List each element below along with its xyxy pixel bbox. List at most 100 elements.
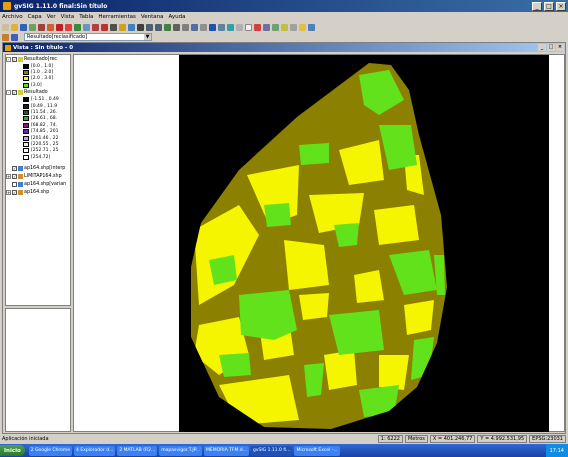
view-maximize-button[interactable]: □ [547, 44, 555, 51]
layout-icon[interactable] [83, 23, 90, 31]
zoom-out-icon[interactable] [155, 23, 162, 31]
layer-visibility-checkbox[interactable]: ✓ [12, 56, 17, 62]
clear-selection-icon[interactable] [254, 23, 261, 31]
toc-layer[interactable]: + ✓ ap164.shp [6, 188, 70, 196]
view-minimize-button[interactable]: _ [538, 44, 546, 51]
locator-map[interactable] [5, 308, 71, 432]
vector-layer-icon [18, 165, 23, 171]
zoom-select-icon[interactable] [191, 23, 198, 31]
zoom-previous-icon[interactable] [182, 23, 189, 31]
taskbar-button[interactable]: 2 Google Chrome [28, 445, 73, 456]
export-icon[interactable] [308, 23, 315, 31]
view-close-button[interactable]: × [556, 44, 564, 51]
layer-visibility-checkbox[interactable]: ✓ [12, 90, 17, 96]
start-button[interactable]: Inicio [0, 445, 25, 456]
toc-layer[interactable]: - ✓ Resultado [6, 89, 70, 97]
layer-visibility-checkbox[interactable]: ✓ [12, 173, 17, 179]
chevron-down-icon[interactable]: ▼ [144, 34, 151, 40]
menu-archivo[interactable]: Archivo [2, 14, 23, 20]
layer-name: Resultado[rec [24, 56, 58, 62]
layer-visibility-checkbox[interactable]: ✓ [12, 189, 17, 195]
menu-ayuda[interactable]: Ayuda [168, 14, 185, 20]
layer-visibility-checkbox[interactable]: ✓ [12, 165, 17, 171]
maximize-button[interactable]: □ [544, 1, 554, 11]
zoom-in-icon[interactable] [146, 23, 153, 31]
toc-layer[interactable]: + ✓ LIMITAP164.shp [6, 172, 70, 180]
layer-name: ap164.shp[interp [24, 165, 66, 171]
view-window: Vista : Sin título - 0 _ □ × - ✓ Resulta… [2, 42, 566, 434]
remove-layer-icon[interactable] [38, 23, 45, 31]
taskbar-button[interactable]: MEMORIA TFM.d... [204, 445, 249, 456]
legend-label: [0.0 , 1.0] [31, 63, 54, 69]
properties-icon[interactable] [281, 23, 288, 31]
toc-layer[interactable]: ✓ ap164.shp[interp [6, 164, 70, 172]
expand-icon[interactable]: + [6, 173, 11, 179]
taskbar-button[interactable]: 2 MATLAB (R2... [117, 445, 158, 456]
select-point-icon[interactable] [245, 23, 252, 31]
collapse-icon[interactable]: - [6, 90, 11, 96]
error-icon[interactable] [65, 23, 72, 31]
layer-visibility-checkbox[interactable] [12, 181, 17, 187]
select-rect-icon[interactable] [236, 23, 243, 31]
raster-layer-icon[interactable] [2, 33, 9, 41]
hand-icon[interactable] [200, 23, 207, 31]
table-of-contents: - ✓ Resultado[rec [0.0 , 1.0] [1.0 , 2.0… [5, 54, 71, 306]
scale-field[interactable]: 1: 6222 [377, 435, 403, 443]
toc-layer[interactable]: ap164.shp[varian [6, 180, 70, 188]
legend-swatch [23, 148, 29, 154]
save-icon[interactable] [20, 23, 27, 31]
taskbar-button[interactable]: mapasvigor.T.JP... [159, 445, 203, 456]
legend-label: [220.55 , 25 [31, 141, 59, 147]
system-tray: 17:14 [545, 444, 568, 457]
collapse-icon[interactable]: - [6, 56, 11, 62]
area-icon[interactable] [227, 23, 234, 31]
menu-tabla[interactable]: Tabla [79, 14, 93, 20]
expand-icon[interactable]: + [6, 189, 11, 195]
menu-vista[interactable]: Vista [61, 14, 75, 20]
map-view[interactable] [73, 54, 565, 432]
select-icon[interactable] [92, 23, 99, 31]
delete-icon[interactable] [101, 23, 108, 31]
new-icon[interactable] [2, 23, 9, 31]
taskbar-button[interactable]: 4 Explorador d... [74, 445, 116, 456]
copy-icon[interactable] [128, 23, 135, 31]
menu-herramientas[interactable]: Herramientas [98, 14, 135, 20]
legend-swatch [23, 110, 29, 116]
legend-label: [-1.51 , 0.49 [31, 97, 59, 103]
clock[interactable]: 17:14 [550, 448, 564, 454]
taskbar-button-active[interactable]: gvSIG 1.11.0 fi... [250, 445, 293, 456]
menu-capa[interactable]: Capa [28, 14, 42, 20]
table-icon[interactable] [74, 23, 81, 31]
menu-ver[interactable]: Ver [47, 14, 56, 20]
cut-icon[interactable] [119, 23, 126, 31]
edit-icon[interactable] [47, 23, 54, 31]
projection-field: EPSG:23031 [529, 435, 566, 443]
measure-icon[interactable] [218, 23, 225, 31]
filter-icon[interactable] [299, 23, 306, 31]
layer-select[interactable]: Resultado[reclasificado] ▼ [24, 33, 152, 41]
stop-icon[interactable] [56, 23, 63, 31]
minimize-button[interactable]: _ [532, 1, 542, 11]
raster-map [191, 63, 447, 429]
open-icon[interactable] [11, 23, 18, 31]
locator-icon[interactable] [272, 23, 279, 31]
legend-swatch [23, 63, 29, 69]
raster-tools-icon[interactable] [11, 33, 18, 41]
close-button[interactable]: × [556, 1, 566, 11]
menu-ventana[interactable]: Ventana [141, 14, 164, 20]
paste-icon[interactable] [137, 23, 144, 31]
map-canvas[interactable] [179, 55, 549, 432]
graph-icon[interactable] [290, 23, 297, 31]
pan-icon[interactable] [173, 23, 180, 31]
zoom-full-icon[interactable] [164, 23, 171, 31]
add-layer-icon[interactable] [29, 23, 36, 31]
invert-selection-icon[interactable] [263, 23, 270, 31]
info-icon[interactable] [209, 23, 216, 31]
legend-label: [68.82 , 74. [31, 122, 58, 128]
layer-name: ap164.shp [24, 189, 50, 195]
toc-layer[interactable]: - ✓ Resultado[rec [6, 55, 70, 63]
taskbar-button[interactable]: Microsoft Excel -... [294, 445, 340, 456]
legend-label: [252.71 , 25 [31, 148, 59, 154]
grid-icon[interactable] [110, 23, 117, 31]
gvsig-logo-icon [3, 2, 11, 10]
